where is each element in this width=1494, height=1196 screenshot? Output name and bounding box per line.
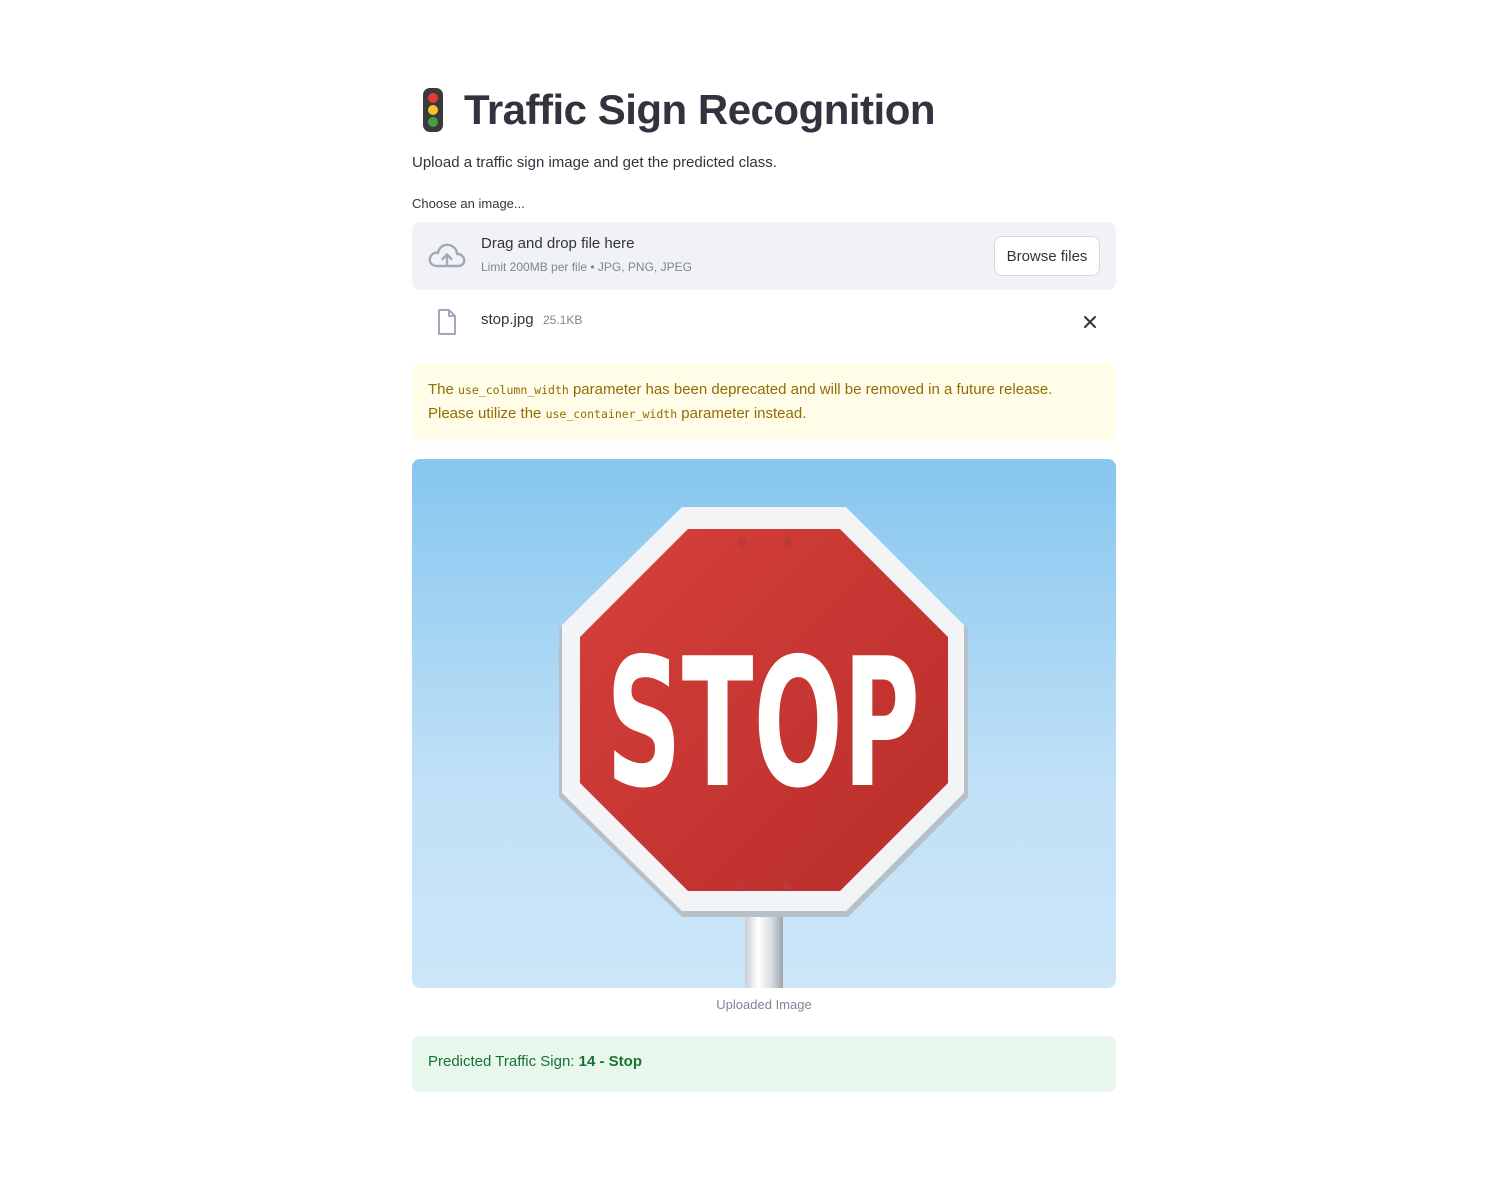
dropzone-title: Drag and drop file here — [481, 235, 635, 252]
page-header: Traffic Sign Recognition — [412, 82, 936, 138]
image-caption: Uploaded Image — [716, 997, 812, 1012]
warning-text-1: The — [428, 381, 459, 398]
warning-code-2: use_container_width — [545, 407, 678, 421]
prediction-label: Predicted Traffic Sign: — [428, 1053, 579, 1070]
file-name: stop.jpg — [481, 311, 534, 328]
page-subtitle: Upload a traffic sign image and get the … — [412, 154, 777, 171]
stop-sign-text: STOP — [606, 620, 920, 827]
file-icon — [438, 309, 456, 335]
prediction-result: Predicted Traffic Sign: 14 - Stop — [412, 1036, 1116, 1092]
close-icon[interactable] — [1080, 312, 1100, 332]
traffic-light-icon — [423, 88, 443, 132]
file-size: 25.1KB — [543, 313, 583, 327]
file-dropzone[interactable]: Drag and drop file here Limit 200MB per … — [412, 222, 1116, 290]
uploader-label: Choose an image... — [412, 196, 525, 211]
deprecation-warning: The use_column_width parameter has been … — [412, 363, 1116, 441]
uploaded-image: STOP — [412, 459, 1116, 988]
cloud-upload-icon — [428, 243, 466, 268]
page-title: Traffic Sign Recognition — [464, 86, 936, 133]
warning-code-1: use_column_width — [458, 383, 569, 397]
prediction-value: 14 - Stop — [578, 1053, 642, 1070]
uploaded-file-row: stop.jpg 25.1KB — [412, 304, 1116, 340]
dropzone-limit: Limit 200MB per file • JPG, PNG, JPEG — [481, 260, 692, 274]
warning-text-3: parameter instead. — [677, 405, 807, 422]
browse-files-button[interactable]: Browse files — [994, 236, 1100, 276]
stop-sign-image: STOP — [412, 459, 1116, 988]
